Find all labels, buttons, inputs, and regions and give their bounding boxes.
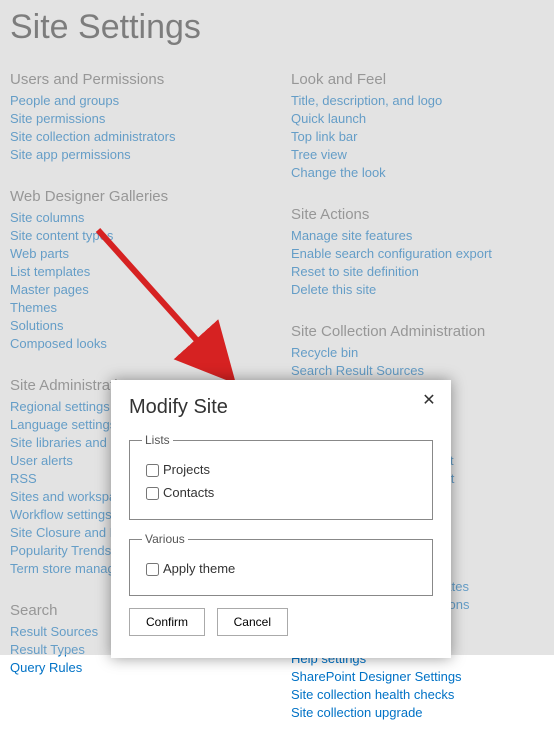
modify-site-dialog: ✕ Modify Site Lists Projects Contacts Vario… — [111, 380, 451, 658]
section-title-web-designer-galleries: Web Designer Galleries — [10, 188, 263, 205]
link-change-the-look[interactable]: Change the look — [291, 164, 544, 182]
link-title-description-and-logo[interactable]: Title, description, and logo — [291, 92, 544, 110]
fieldset-legend-various: Various — [142, 532, 188, 546]
checkbox-label-apply-theme: Apply theme — [163, 561, 235, 576]
link-people-and-groups[interactable]: People and groups — [10, 92, 263, 110]
link-query-rules[interactable]: Query Rules — [10, 659, 263, 677]
checkbox-contacts[interactable] — [146, 487, 159, 500]
link-site-content-types[interactable]: Site content types — [10, 227, 263, 245]
link-search-result-sources[interactable]: Search Result Sources — [291, 362, 544, 380]
link-solutions[interactable]: Solutions — [10, 317, 263, 335]
cancel-button[interactable]: Cancel — [217, 608, 288, 636]
checkbox-label-projects: Projects — [163, 462, 210, 477]
link-delete-this-site[interactable]: Delete this site — [291, 281, 544, 299]
checkbox-apply-theme[interactable] — [146, 563, 159, 576]
section-title-users-and-permissions: Users and Permissions — [10, 71, 263, 88]
link-enable-search-configuration-export[interactable]: Enable search configuration export — [291, 245, 544, 263]
link-site-collection-administrators[interactable]: Site collection administrators — [10, 128, 263, 146]
fieldset-legend-lists: Lists — [142, 433, 173, 447]
section-title-site-collection-administration: Site Collection Administration — [291, 323, 544, 340]
dialog-title: Modify Site — [129, 396, 433, 419]
link-themes[interactable]: Themes — [10, 299, 263, 317]
link-tree-view[interactable]: Tree view — [291, 146, 544, 164]
link-recycle-bin[interactable]: Recycle bin — [291, 344, 544, 362]
section-title-site-actions: Site Actions — [291, 206, 544, 223]
checkbox-projects[interactable] — [146, 464, 159, 477]
link-manage-site-features[interactable]: Manage site features — [291, 227, 544, 245]
link-site-collection-health-checks[interactable]: Site collection health checks — [291, 686, 544, 704]
link-web-parts[interactable]: Web parts — [10, 245, 263, 263]
link-site-collection-upgrade[interactable]: Site collection upgrade — [291, 704, 544, 722]
close-icon[interactable]: ✕ — [419, 392, 439, 412]
confirm-button[interactable]: Confirm — [129, 608, 205, 636]
checkbox-label-contacts: Contacts — [163, 485, 214, 500]
link-master-pages[interactable]: Master pages — [10, 281, 263, 299]
page-title: Site Settings — [10, 8, 544, 47]
link-reset-to-site-definition[interactable]: Reset to site definition — [291, 263, 544, 281]
link-top-link-bar[interactable]: Top link bar — [291, 128, 544, 146]
link-site-columns[interactable]: Site columns — [10, 209, 263, 227]
link-quick-launch[interactable]: Quick launch — [291, 110, 544, 128]
link-list-templates[interactable]: List templates — [10, 263, 263, 281]
link-composed-looks[interactable]: Composed looks — [10, 335, 263, 353]
link-site-permissions[interactable]: Site permissions — [10, 110, 263, 128]
link-sharepoint-designer-settings[interactable]: SharePoint Designer Settings — [291, 668, 544, 686]
link-site-app-permissions[interactable]: Site app permissions — [10, 146, 263, 164]
section-title-look-and-feel: Look and Feel — [291, 71, 544, 88]
